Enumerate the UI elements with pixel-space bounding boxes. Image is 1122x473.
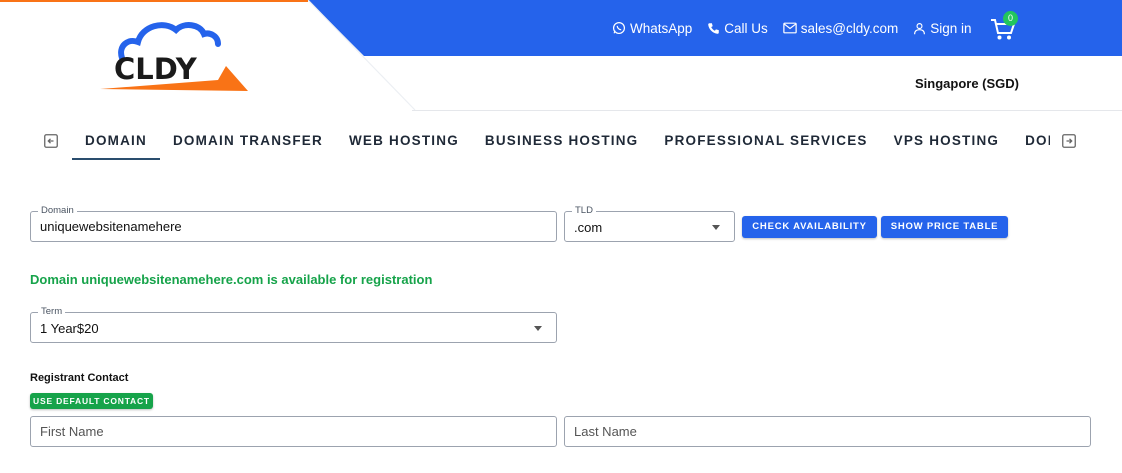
tab-vps-hosting[interactable]: VPS HOSTING: [881, 126, 1012, 160]
show-price-table-button[interactable]: SHOW PRICE TABLE: [881, 216, 1008, 238]
tab-business-hosting[interactable]: BUSINESS HOSTING: [472, 126, 651, 160]
tab-professional-services[interactable]: PROFESSIONAL SERVICES: [651, 126, 880, 160]
chevron-down-icon: [712, 225, 720, 230]
sign-in-link[interactable]: Sign in: [913, 20, 972, 36]
phone-icon: [708, 22, 720, 34]
tab-domain[interactable]: DOMAIN: [72, 126, 160, 160]
call-us-label: Call Us: [724, 20, 768, 36]
whatsapp-icon: [612, 21, 626, 35]
last-name-placeholder: Last Name: [574, 424, 637, 439]
tld-select-value: .com: [574, 220, 603, 235]
cldy-logo[interactable]: CLDY: [100, 18, 250, 94]
sign-in-label: Sign in: [930, 20, 972, 36]
call-us-link[interactable]: Call Us: [707, 21, 768, 36]
user-icon: [914, 22, 926, 34]
term-select[interactable]: Term 1 Year$20: [30, 306, 557, 343]
chevron-down-icon: [534, 326, 542, 331]
product-nav: DOMAIN DOMAIN TRANSFER WEB HOSTING BUSIN…: [0, 126, 1122, 162]
email-link[interactable]: sales@cldy.com: [783, 21, 898, 36]
tld-select-label: TLD: [572, 205, 596, 216]
first-name-placeholder: First Name: [40, 424, 104, 439]
availability-message: Domain uniquewebsitenamehere.com is avai…: [30, 272, 433, 287]
tld-select[interactable]: TLD .com: [564, 205, 735, 242]
registrant-contact-title: Registrant Contact: [30, 372, 129, 384]
domain-input-value: uniquewebsitenamehere: [40, 219, 182, 234]
check-availability-button[interactable]: CHECK AVAILABILITY: [742, 216, 877, 238]
whatsapp-link[interactable]: WhatsApp: [612, 21, 692, 36]
use-default-contact-button[interactable]: USE DEFAULT CONTACT: [30, 393, 153, 409]
nav-tabs: DOMAIN DOMAIN TRANSFER WEB HOSTING BUSIN…: [72, 126, 1050, 162]
scroll-right-icon[interactable]: [1062, 134, 1076, 148]
first-name-input[interactable]: First Name: [30, 416, 557, 447]
term-select-label: Term: [38, 306, 66, 317]
currency-selector[interactable]: Singapore (SGD): [915, 76, 1019, 91]
mail-icon: [783, 22, 797, 34]
tab-domain-transfer[interactable]: DOMAIN TRANSFER: [160, 126, 336, 160]
whatsapp-label: WhatsApp: [630, 20, 693, 36]
header-divider: [412, 110, 1122, 111]
domain-input-label: Domain: [38, 205, 77, 216]
email-label: sales@cldy.com: [800, 20, 899, 36]
accent-line: [0, 0, 308, 2]
cart-count-badge: 0: [1003, 11, 1018, 26]
tab-domain-services[interactable]: DOMAIN SERVICES: [1012, 126, 1050, 160]
domain-input[interactable]: Domain uniquewebsitenamehere: [30, 205, 557, 242]
page: CLDY WhatsApp Call Us sales@cldy.com Sig…: [0, 0, 1122, 473]
term-select-value: 1 Year$20: [40, 321, 99, 336]
logo-text: CLDY: [114, 52, 198, 86]
tab-web-hosting[interactable]: WEB HOSTING: [336, 126, 472, 160]
top-links: WhatsApp Call Us sales@cldy.com Sign in: [612, 18, 987, 38]
last-name-input[interactable]: Last Name: [564, 416, 1091, 447]
scroll-left-icon[interactable]: [44, 134, 58, 148]
